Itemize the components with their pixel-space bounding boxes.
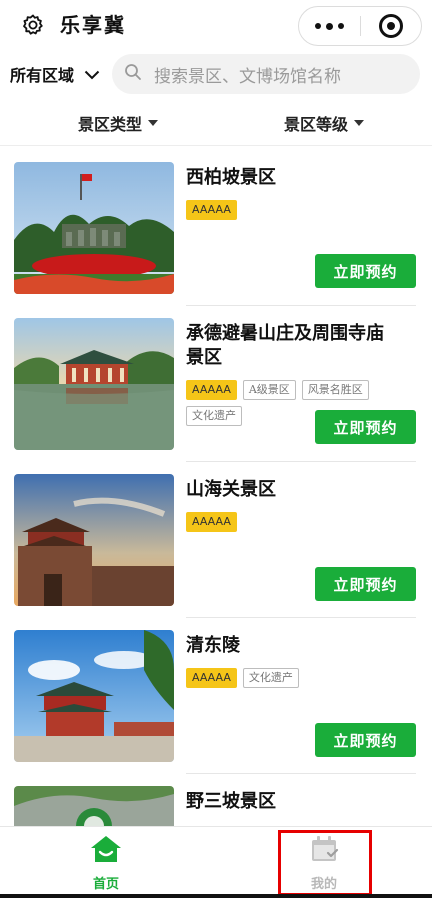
tag-group: AAAAA	[186, 512, 386, 532]
scenic-photo	[14, 630, 174, 762]
caret-down-icon	[148, 120, 159, 126]
scenic-type-filter[interactable]: 景区类型	[78, 110, 159, 136]
scenic-name: 清东陵	[186, 635, 240, 656]
category-tag: 风景名胜区	[301, 380, 369, 400]
calendar-check-icon	[309, 835, 339, 867]
tab-mine-label: 我的	[310, 877, 337, 892]
list-item[interactable]: 承德避暑山庄及周围寺庙景区 AAAAA A级景区 风景名胜区 文化遗产 立即预约	[0, 306, 432, 462]
list-item[interactable]: 清东陵 AAAAA 文化遗产 立即预约	[0, 618, 432, 774]
book-now-button[interactable]: 立即预约	[315, 723, 416, 757]
book-now-button[interactable]: 立即预约	[315, 254, 416, 288]
region-dropdown[interactable]: 所有区域	[10, 58, 100, 90]
scenic-type-label: 景区类型	[78, 115, 143, 134]
scenic-name: 山海关景区	[186, 479, 276, 500]
scenic-photo	[14, 162, 174, 294]
scenic-name: 西柏坡景区	[186, 167, 276, 188]
scenic-name: 野三坡景区	[186, 791, 276, 812]
scenic-photo	[14, 474, 174, 606]
scenic-list: 西柏坡景区 AAAAA 立即预约 承德避暑山庄及周围寺庙景区 AAAAA A级景…	[0, 150, 432, 826]
rating-badge: AAAAA	[186, 380, 237, 400]
tag-group: AAAAA	[186, 200, 386, 220]
caret-down-icon	[354, 120, 365, 126]
search-placeholder: 搜索景区、文博场馆名称	[154, 66, 341, 87]
bottom-tab-bar: 首页 我的	[0, 826, 432, 898]
scenic-photo	[14, 318, 174, 450]
scenic-name: 承德避暑山庄及周围寺庙景区	[186, 323, 384, 368]
search-row: 所有区域 搜索景区、文博场馆名称	[0, 52, 432, 96]
search-icon	[124, 63, 142, 85]
book-now-button[interactable]: 立即预约	[315, 567, 416, 601]
scenic-level-filter[interactable]: 景区等级	[284, 110, 365, 136]
category-tag: A级景区	[242, 380, 296, 400]
rating-badge: AAAAA	[186, 200, 237, 220]
list-item[interactable]: 西柏坡景区 AAAAA 立即预约	[0, 150, 432, 306]
top-bar: 乐享冀	[0, 0, 432, 50]
rating-badge: AAAAA	[186, 512, 237, 532]
app-title: 乐享冀	[60, 13, 126, 37]
tag-group: AAAAA 文化遗产	[186, 668, 386, 688]
home-icon	[90, 835, 122, 867]
category-tag: 文化遗产	[242, 668, 299, 688]
search-input[interactable]: 搜索景区、文博场馆名称	[112, 54, 420, 94]
rating-badge: AAAAA	[186, 668, 237, 688]
mini-program-capsule	[298, 6, 422, 46]
scenic-photo	[14, 786, 174, 826]
list-item[interactable]: 野三坡景区	[0, 774, 432, 826]
gear-icon[interactable]	[18, 10, 48, 40]
chevron-down-icon	[84, 65, 100, 84]
scenic-level-label: 景区等级	[284, 115, 349, 134]
tab-home-label: 首页	[92, 877, 119, 892]
region-label: 所有区域	[10, 66, 75, 85]
filter-bar: 景区类型 景区等级	[0, 100, 432, 146]
list-item[interactable]: 山海关景区 AAAAA 立即预约	[0, 462, 432, 618]
tab-mine[interactable]: 我的	[264, 835, 384, 892]
target-close-icon[interactable]	[361, 7, 421, 45]
more-dots-icon[interactable]	[299, 7, 360, 45]
home-indicator	[0, 894, 432, 898]
book-now-button[interactable]: 立即预约	[315, 410, 416, 444]
tab-home[interactable]: 首页	[46, 835, 166, 892]
category-tag: 文化遗产	[186, 406, 242, 426]
